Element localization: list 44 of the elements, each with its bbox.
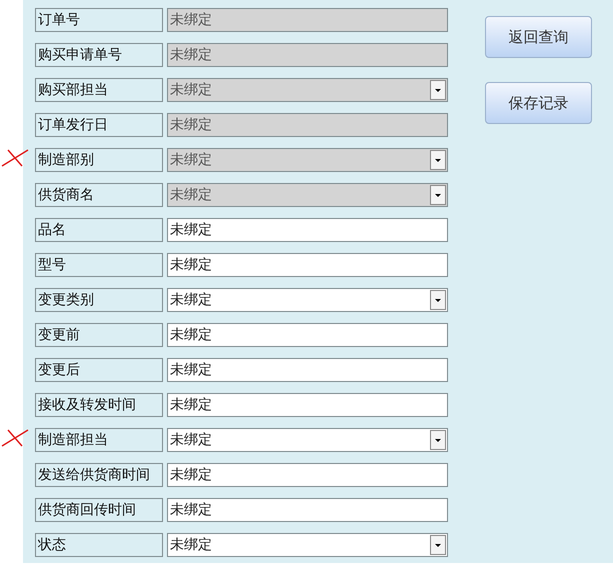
field-label: 变更类别 xyxy=(35,288,163,312)
input-field[interactable]: 未绑定 xyxy=(167,218,448,242)
input-field[interactable]: 未绑定 xyxy=(167,253,448,277)
field-label: 型号 xyxy=(35,253,163,277)
action-button[interactable]: 返回查询 xyxy=(485,16,592,58)
field-value: 未绑定 xyxy=(169,466,213,484)
field-label: 购买部担当 xyxy=(35,78,163,102)
field-value: 未绑定 xyxy=(169,220,213,240)
field-label: 订单号 xyxy=(35,8,163,32)
dropdown-field[interactable]: 未绑定 xyxy=(167,288,448,312)
action-button[interactable]: 保存记录 xyxy=(485,82,592,124)
field-value: 未绑定 xyxy=(169,430,213,450)
field-label: 制造部别 xyxy=(35,148,163,172)
field-label: 供货商名 xyxy=(35,183,163,207)
field-label: 制造部担当 xyxy=(35,428,163,452)
input-field[interactable]: 未绑定 xyxy=(167,393,448,417)
dropdown-field[interactable]: 未绑定 xyxy=(167,428,448,452)
field-value: 未绑定 xyxy=(169,396,213,414)
input-field[interactable]: 未绑定 xyxy=(167,463,448,487)
field-value: 未绑定 xyxy=(169,256,213,274)
input-field[interactable]: 未绑定 xyxy=(167,358,448,382)
field-value: 未绑定 xyxy=(169,290,213,310)
field-value: 未绑定 xyxy=(169,80,213,100)
field-value: 未绑定 xyxy=(169,536,213,554)
field-value: 未绑定 xyxy=(169,150,213,170)
field-value: 未绑定 xyxy=(169,500,213,520)
field-label: 变更前 xyxy=(35,323,163,347)
field-label: 状态 xyxy=(35,533,163,557)
field-label: 变更后 xyxy=(35,358,163,382)
input-field[interactable]: 未绑定 xyxy=(167,323,448,347)
field-value: 未绑定 xyxy=(169,360,213,380)
dropdown-field[interactable]: 未绑定 xyxy=(167,533,448,557)
field-value: 未绑定 xyxy=(169,10,213,30)
field-label: 发送给供货商时间 xyxy=(35,463,163,487)
field-label: 购买申请单号 xyxy=(35,43,163,67)
field-value: 未绑定 xyxy=(169,326,213,344)
field-label: 接收及转发时间 xyxy=(35,393,163,417)
field-value: 未绑定 xyxy=(169,186,213,204)
field-label: 供货商回传时间 xyxy=(35,498,163,522)
input-field[interactable]: 未绑定 xyxy=(167,498,448,522)
field-value: 未绑定 xyxy=(169,116,213,134)
field-value: 未绑定 xyxy=(169,46,213,64)
field-label: 订单发行日 xyxy=(35,113,163,137)
field-label: 品名 xyxy=(35,218,163,242)
